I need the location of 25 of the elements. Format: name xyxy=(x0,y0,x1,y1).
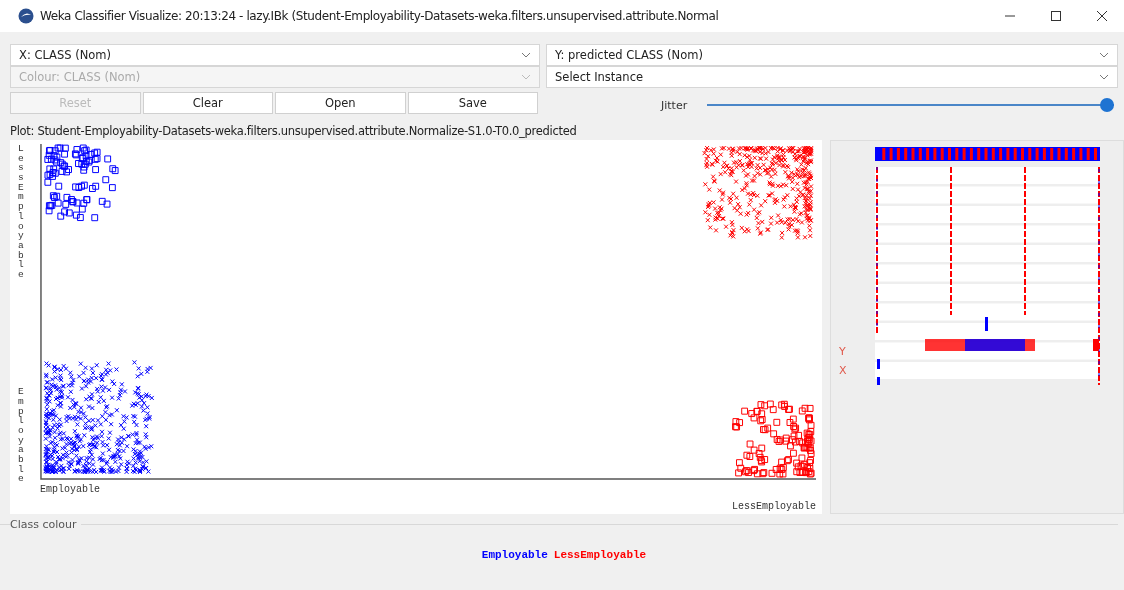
caret-icon xyxy=(1099,52,1109,58)
instance-dropdown[interactable]: Select Instance xyxy=(546,66,1118,88)
toolbar-button[interactable]: Save xyxy=(407,92,538,114)
x-marker: X xyxy=(839,364,848,377)
class-name: LessEmployable xyxy=(553,549,647,561)
x-axis-dropdown[interactable]: X: CLASS (Nom) xyxy=(10,44,540,66)
toolbar-button[interactable]: Clear xyxy=(142,92,273,114)
window-title: Weka Classifier Visualize: 20:13:24 - lazy.IBk (Student-Employability-Datasets-weka.filters.unsupervised.attribute.Normal xyxy=(40,9,720,23)
y-axis-dropdown[interactable]: Y: predicted CLASS (Nom) xyxy=(546,44,1118,66)
x-axis-label: LessEmployable xyxy=(732,501,816,512)
class-colour-title: Class colour xyxy=(10,518,78,531)
caret-icon xyxy=(521,74,531,80)
y-axis-label: Employable xyxy=(18,387,25,484)
x-axis-label: Employable xyxy=(40,484,100,497)
jitter-label: Jitter xyxy=(661,98,688,112)
y-marker: Y xyxy=(839,345,847,358)
toolbar-button[interactable]: Open xyxy=(275,92,406,114)
y-axis-label: LessEmployable xyxy=(18,144,25,280)
class-name: Employable xyxy=(481,549,548,561)
caret-icon xyxy=(1099,74,1109,80)
close-icon xyxy=(1096,10,1108,22)
bird-icon xyxy=(18,8,34,24)
maximize-icon xyxy=(1050,10,1062,22)
plot-title: Plot: Student-Employability-Datasets-weka.filters.unsupervised.attribute.Normalize-S1.0-T0.0_predicted xyxy=(10,124,578,138)
caret-icon xyxy=(521,52,531,58)
